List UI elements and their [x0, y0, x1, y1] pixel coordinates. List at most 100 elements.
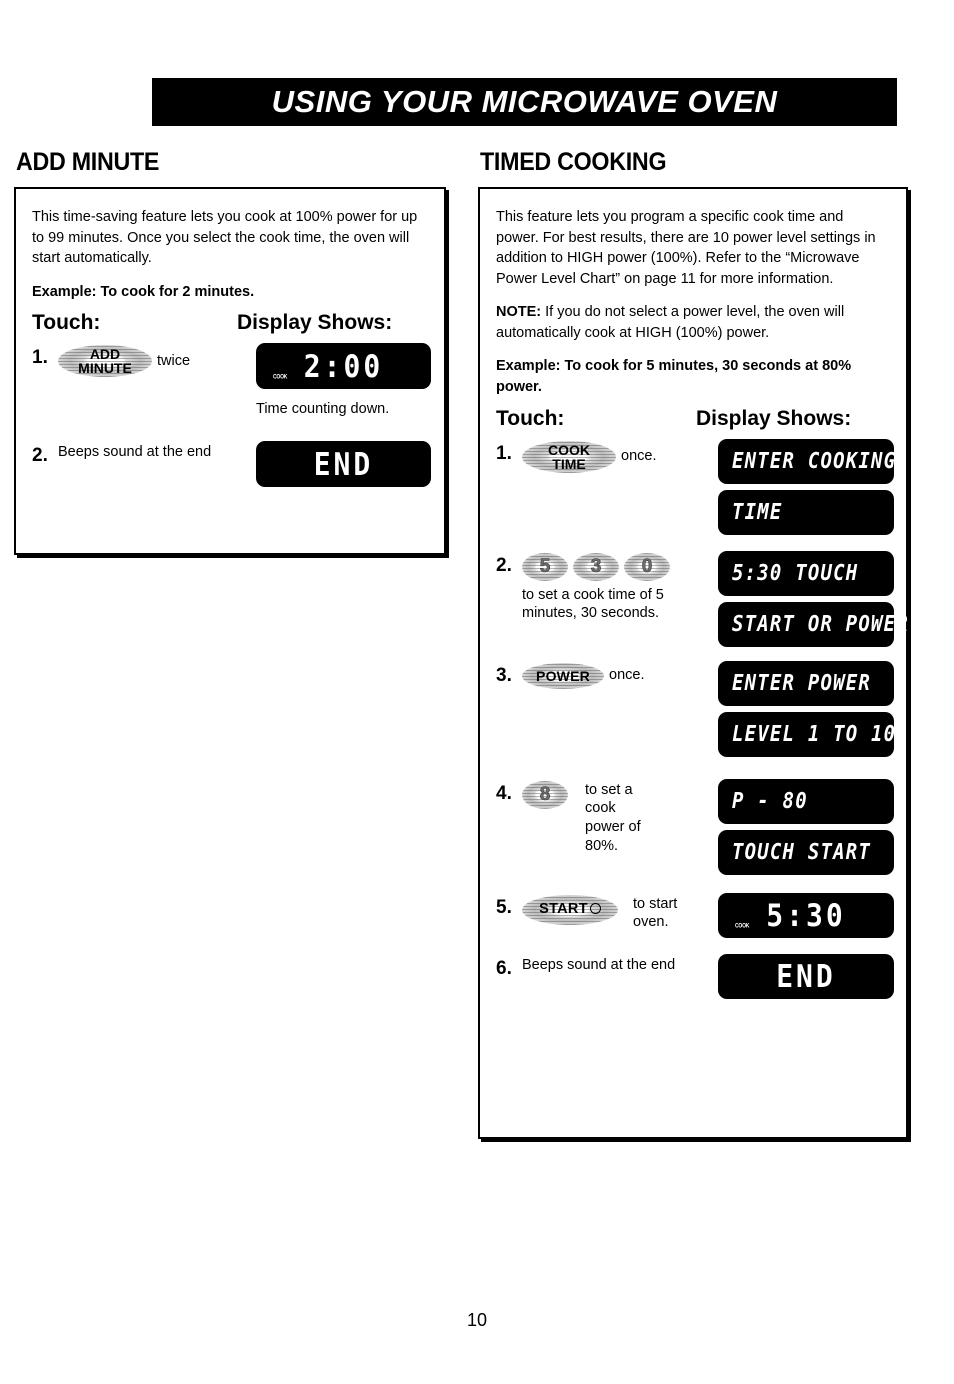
button-group: ADD MINUTE twice: [58, 345, 256, 378]
step-after-text: to set a cook power of 80%.: [585, 781, 641, 855]
column-header-display-shows: Display Shows:: [237, 311, 393, 335]
lcd-display: 5:30 COOK: [718, 892, 894, 938]
step-caption: to set a cook time of 5 minutes, 30 seco…: [522, 586, 664, 622]
lcd-display: TOUCH START: [718, 829, 894, 875]
step-row: 1. COOK TIME once. ENTER COOKING TIME: [496, 438, 895, 535]
lcd-display: ENTER COOKING: [718, 438, 897, 484]
step-row: 3. POWER once. ENTER POWER LEVEL 1 TO 10: [496, 660, 895, 757]
step-display-column: 5:30 COOK: [718, 892, 894, 938]
step-row: 2. Beeps sound at the end END: [32, 441, 431, 488]
add-minute-column-headers: Touch: Display Shows:: [32, 311, 428, 335]
timed-cooking-note: NOTE: If you do not select a power level…: [496, 302, 890, 343]
button-group: START to start oven.: [522, 894, 718, 933]
add-minute-column: ADD MINUTE This time-saving feature lets…: [14, 148, 446, 555]
step-display-column: END: [718, 953, 894, 999]
add-minute-button[interactable]: ADD MINUTE: [58, 345, 152, 378]
add-minute-panel: This time-saving feature lets you cook a…: [14, 187, 446, 555]
number-button-5-label: 5: [539, 556, 551, 578]
number-button-0[interactable]: 0: [624, 552, 670, 581]
note-text: If you do not select a power level, the …: [496, 304, 845, 341]
display-caption: Time counting down.: [256, 401, 390, 418]
step-after-text: once.: [609, 667, 645, 684]
step-display-column: P - 80 TOUCH START: [718, 778, 894, 875]
lcd-display-text: LEVEL 1 TO 10: [732, 721, 897, 747]
start-button-label: START: [539, 902, 601, 917]
timed-cooking-column-headers: Touch: Display Shows:: [496, 407, 890, 431]
section-heading-timed-cooking: TIMED COOKING: [480, 148, 667, 176]
cook-time-button-label-line2: TIME: [552, 455, 586, 472]
step-number: 1.: [496, 442, 512, 464]
step-number: 6.: [496, 957, 512, 979]
number-button-3[interactable]: 3: [573, 552, 619, 581]
button-group: COOK TIME once.: [522, 440, 718, 473]
button-group: 8 to set a cook power of 80%.: [522, 780, 718, 856]
add-minute-example-text: Example: To cook for 2 minutes.: [32, 283, 255, 300]
number-button-5[interactable]: 5: [522, 552, 568, 581]
lcd-display-text: TIME: [732, 499, 783, 525]
step-instruction: Beeps sound at the end: [58, 441, 256, 462]
lcd-display: 5:30 TOUCH: [718, 550, 894, 596]
lcd-display-text: END: [313, 445, 374, 483]
lcd-cook-annunciator: COOK: [273, 373, 288, 382]
button-group: POWER once.: [522, 662, 718, 689]
lcd-display: 2:00 COOK: [256, 343, 431, 390]
column-header-touch: Touch:: [32, 311, 101, 335]
lcd-display: START OR POWER: [718, 601, 908, 647]
lcd-display-text: ENTER COOKING: [732, 448, 897, 474]
cook-time-button-label-line1: COOK: [548, 441, 590, 458]
section-heading-add-minute: ADD MINUTE: [16, 148, 160, 176]
lcd-display-text: END: [776, 957, 836, 995]
start-circle-icon: [589, 903, 601, 915]
lcd-display-text: TOUCH START: [732, 839, 872, 865]
timed-cooking-panel: This feature lets you program a specific…: [478, 187, 908, 1139]
start-button-text: START: [539, 901, 588, 918]
step-after-text: twice: [157, 352, 191, 369]
lcd-display: END: [256, 441, 431, 488]
cook-time-button[interactable]: COOK TIME: [522, 440, 616, 473]
timed-cooking-column: TIMED COOKING This feature lets you prog…: [478, 148, 908, 1139]
number-button-8-label: 8: [539, 784, 551, 806]
start-button[interactable]: START: [522, 894, 618, 925]
step-instruction: ADD MINUTE twice: [58, 343, 256, 378]
add-minute-button-label-line2: MINUTE: [78, 360, 132, 377]
timed-cooking-example-text: Example: To cook for 5 minutes, 30 secon…: [496, 358, 852, 396]
add-minute-intro-text: This time-saving feature lets you cook a…: [32, 209, 418, 267]
step-number: 4.: [496, 782, 512, 804]
lcd-display-text: START OR POWER: [732, 611, 909, 637]
page-header-banner: USING YOUR MICROWAVE OVEN: [152, 78, 897, 126]
add-minute-button-label-line1: ADD: [89, 346, 121, 363]
step-text: Beeps sound at the end: [58, 444, 212, 461]
timed-cooking-intro-text: This feature lets you program a specific…: [496, 209, 876, 287]
lcd-display: P - 80: [718, 778, 894, 824]
lcd-display: TIME: [718, 489, 894, 535]
power-button-label: POWER: [536, 667, 590, 684]
step-text: Beeps sound at the end: [522, 956, 676, 973]
step-number: 2.: [32, 445, 48, 467]
step-display-column: 5:30 TOUCH START OR POWER: [718, 550, 908, 647]
step-instruction: 5 3 0 to set a cook time of 5 minutes, 3…: [522, 551, 718, 624]
cook-time-button-label: COOK TIME: [548, 443, 590, 471]
number-pad-button-group: 5 3 0: [522, 552, 718, 581]
lcd-display: LEVEL 1 TO 10: [718, 711, 897, 757]
lcd-display-text: 5:30 TOUCH: [732, 560, 859, 586]
step-instruction: COOK TIME once.: [522, 439, 718, 473]
page-number: 10: [466, 1310, 488, 1330]
number-button-8[interactable]: 8: [522, 780, 568, 809]
lcd-display-text: ENTER POWER: [732, 670, 872, 696]
step-display-column: 2:00 COOK Time counting down.: [256, 343, 431, 419]
step-number: 1.: [32, 347, 48, 369]
step-after-text: once.: [621, 448, 657, 465]
step-instruction: Beeps sound at the end: [522, 954, 718, 975]
column-header-display-shows: Display Shows:: [696, 406, 852, 430]
page-title: USING YOUR MICROWAVE OVEN: [271, 84, 778, 119]
step-after-text: to start oven.: [633, 895, 678, 931]
step-row: 6. Beeps sound at the end END: [496, 953, 894, 999]
lcd-display: ENTER POWER: [718, 660, 894, 706]
step-row: 2. 5 3 0 to set a cook time of 5 minutes…: [496, 550, 908, 647]
number-button-0-label: 0: [641, 556, 653, 578]
column-header-touch: Touch:: [496, 406, 565, 430]
step-number: 2.: [496, 554, 512, 576]
lcd-display: END: [718, 953, 894, 999]
step-instruction: POWER once.: [522, 661, 718, 689]
power-button[interactable]: POWER: [522, 662, 604, 689]
